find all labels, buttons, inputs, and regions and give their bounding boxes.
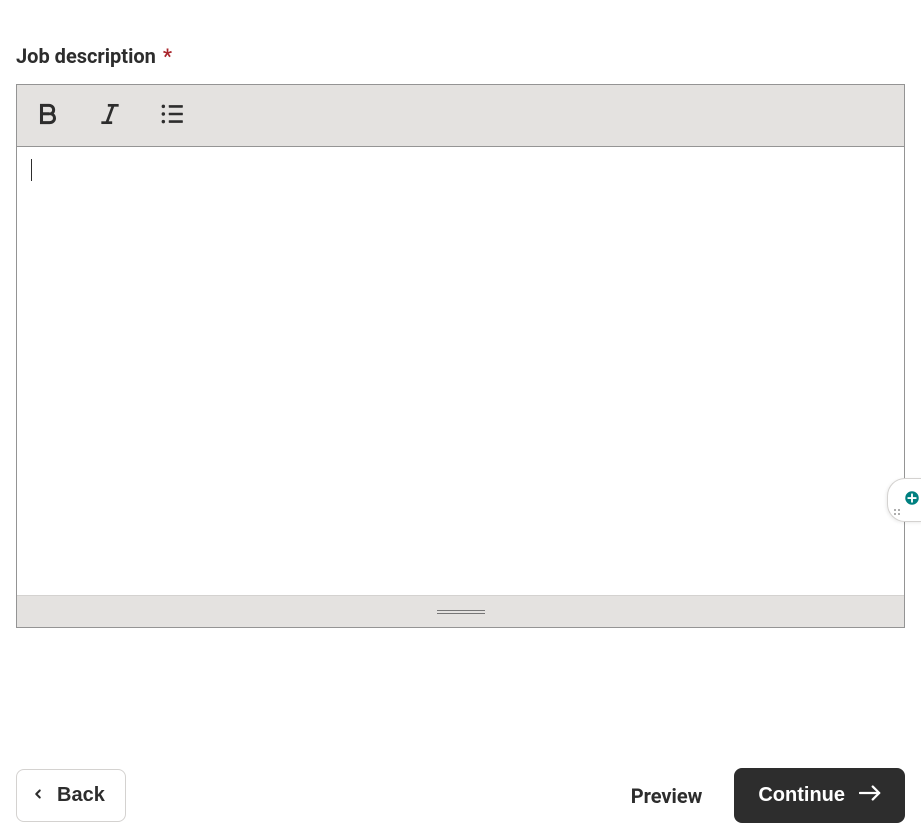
- continue-button[interactable]: Continue: [734, 768, 905, 823]
- preview-button[interactable]: Preview: [631, 784, 703, 808]
- italic-icon: [97, 101, 123, 130]
- help-widget[interactable]: [887, 478, 921, 522]
- required-asterisk: *: [163, 44, 172, 68]
- bold-icon: [35, 101, 61, 130]
- text-cursor: [31, 159, 32, 181]
- back-button[interactable]: Back: [16, 769, 126, 822]
- preview-label: Preview: [631, 784, 703, 808]
- resize-bar: [17, 595, 904, 627]
- bullet-list-icon: [159, 101, 185, 130]
- drag-dots-icon: [894, 509, 900, 515]
- editor-textarea[interactable]: [17, 147, 904, 595]
- field-label: Job description *: [16, 44, 905, 68]
- bold-button[interactable]: [29, 97, 67, 134]
- chevron-left-icon: [31, 784, 45, 807]
- resize-handle[interactable]: [437, 610, 485, 614]
- bullet-list-button[interactable]: [153, 97, 191, 134]
- rich-text-editor: [16, 84, 905, 628]
- continue-button-label: Continue: [758, 784, 845, 807]
- editor-toolbar: [17, 85, 904, 147]
- field-label-text: Job description: [16, 44, 156, 68]
- right-actions: Preview Continue: [631, 768, 905, 823]
- back-button-label: Back: [57, 784, 105, 807]
- arrow-right-icon: [859, 784, 881, 807]
- help-badge-icon: [903, 489, 921, 507]
- italic-button[interactable]: [91, 97, 129, 134]
- footer-actions: Back Preview Continue: [0, 768, 921, 827]
